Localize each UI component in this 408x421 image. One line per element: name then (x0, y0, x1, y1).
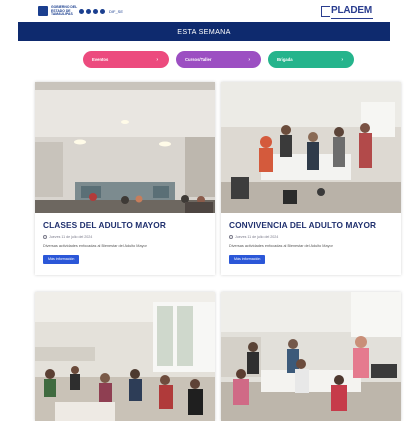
event-date-text: Jueves 11 de julio del 2024 (49, 235, 93, 239)
twitter-icon[interactable] (79, 9, 84, 14)
pladem-logo-text: PLADEM (330, 5, 372, 16)
event-title[interactable]: CLASES DEL ADULTO MAYOR (43, 220, 166, 230)
event-title[interactable]: CONVIVENCIA DEL ADULTO MAYOR (229, 220, 376, 230)
pladem-logo[interactable]: PLADEM (320, 5, 373, 19)
clock-icon (43, 235, 47, 239)
event-photo[interactable] (35, 82, 215, 213)
event-card[interactable] (35, 292, 215, 421)
more-info-button[interactable]: Más información (229, 255, 266, 264)
chevron-right-icon: › (156, 56, 158, 63)
event-description: Diversas actividades enfocadas al Bienes… (43, 244, 147, 248)
event-description: Diversas actividades enfocadas al Bienes… (229, 244, 333, 248)
event-date-text: Jueves 11 de julio del 2024 (235, 235, 279, 239)
section-banner: ESTA SEMANA (18, 22, 390, 41)
pladem-underline (330, 17, 373, 19)
more-info-button[interactable]: Más información (43, 255, 80, 264)
social-links: DIF_SE (79, 9, 123, 14)
pladem-mark-icon (320, 5, 330, 17)
brigade-filter-label: Brigada (277, 57, 293, 62)
event-photo[interactable] (35, 292, 215, 421)
chevron-right-icon: › (248, 56, 250, 63)
events-filter-button[interactable]: Eventos › (83, 51, 169, 68)
event-photo[interactable] (221, 82, 401, 213)
event-photo[interactable] (221, 292, 401, 421)
government-shield-icon (38, 6, 48, 17)
courses-filter-label: Cursos/Taller (185, 57, 212, 62)
events-filter-label: Eventos (92, 57, 109, 62)
section-title: ESTA SEMANA (177, 27, 231, 36)
instagram-icon[interactable] (93, 9, 98, 14)
event-card[interactable]: CLASES DEL ADULTO MAYOR Jueves 11 de jul… (35, 82, 215, 275)
event-date: Jueves 11 de julio del 2024 (229, 235, 278, 239)
clock-icon (229, 235, 233, 239)
top-header: GOBIERNO DEL ESTADO DE TAMAULIPAS DIF_SE… (0, 0, 408, 22)
social-handle: DIF_SE (109, 9, 124, 14)
courses-filter-button[interactable]: Cursos/Taller › (176, 51, 261, 68)
event-date: Jueves 11 de julio del 2024 (43, 235, 92, 239)
facebook-icon[interactable] (86, 9, 91, 14)
event-card[interactable]: CONVIVENCIA DEL ADULTO MAYOR Jueves 11 d… (221, 82, 401, 275)
event-card[interactable] (221, 292, 401, 421)
brigade-filter-button[interactable]: Brigada › (268, 51, 354, 68)
chevron-right-icon: › (341, 56, 343, 63)
youtube-icon[interactable] (100, 9, 105, 14)
